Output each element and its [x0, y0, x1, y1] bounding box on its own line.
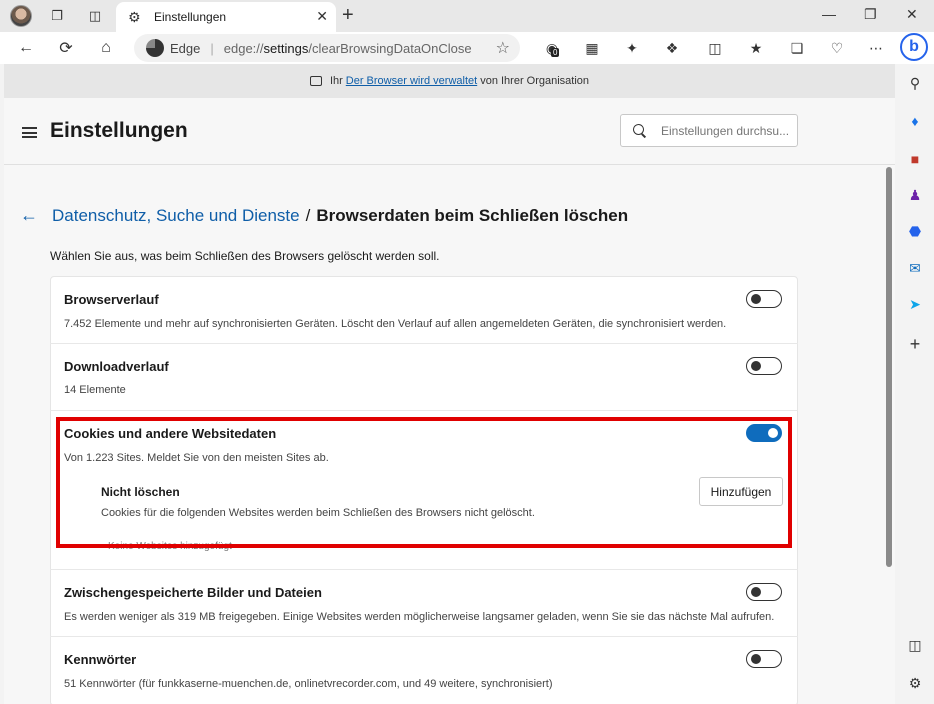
favorite-star-icon[interactable]: ☆	[496, 38, 510, 58]
favorites-icon[interactable]: ★	[744, 36, 768, 60]
close-window-button[interactable]: ✕	[906, 6, 918, 23]
refresh-button[interactable]: ⟳	[54, 36, 78, 60]
managed-by-organization-banner: Ihr Der Browser wird verwaltet von Ihrer…	[4, 64, 895, 98]
hamburger-menu-icon[interactable]	[22, 127, 37, 138]
tab-title: Einstellungen	[154, 10, 227, 24]
row-title: Zwischengespeicherte Bilder und Dateien	[64, 585, 322, 600]
more-menu-icon[interactable]: ⋯	[864, 36, 888, 60]
page-title: Einstellungen	[50, 119, 188, 142]
row-desc: 7.452 Elemente und mehr auf synchronisie…	[64, 318, 727, 330]
address-bar[interactable]: Edge | edge://settings/clearBrowsingData…	[134, 34, 520, 62]
toggle-browsing-history[interactable]	[746, 290, 782, 308]
read-aloud-icon[interactable]: ✦	[620, 36, 644, 60]
toggle-download-history[interactable]	[746, 357, 782, 375]
site-label: Edge	[170, 40, 201, 56]
row-title: Browserverlauf	[64, 292, 159, 307]
microsoft-365-icon[interactable]: ⬣	[906, 222, 924, 240]
setting-row-download-history: Downloadverlauf 14 Elemente	[50, 344, 798, 411]
extensions-puzzle-icon[interactable]: ❖	[660, 36, 684, 60]
row-desc: 51 Kennwörter (für funkkaserne-muenchen.…	[64, 678, 553, 690]
url-scheme: edge://	[223, 40, 264, 56]
bing-copilot-button[interactable]: b	[900, 33, 928, 61]
row-title: Downloadverlauf	[64, 359, 169, 374]
hide-sidebar-icon[interactable]: ◫	[906, 636, 924, 654]
games-icon[interactable]: ♟	[906, 186, 924, 204]
minimize-button[interactable]: —	[822, 6, 836, 22]
scrollbar[interactable]	[886, 167, 892, 567]
new-tab-button[interactable]: +	[342, 4, 354, 27]
tools-briefcase-icon[interactable]: ■	[906, 150, 924, 168]
outlook-icon[interactable]: ✉	[906, 259, 924, 277]
search-icon[interactable]: ⚲	[906, 74, 924, 92]
add-sidebar-app-icon[interactable]: +	[906, 334, 924, 354]
close-tab-icon[interactable]: ✕	[316, 8, 328, 25]
briefcase-icon	[309, 76, 322, 86]
drop-send-icon[interactable]: ➤	[906, 295, 924, 313]
split-screen-icon[interactable]: ◫	[703, 36, 727, 60]
setting-row-cached-images: Zwischengespeicherte Bilder und Dateien …	[50, 570, 798, 637]
back-button[interactable]: ←	[14, 36, 38, 60]
row-desc: Es werden weniger als 319 MB freigegeben…	[64, 611, 775, 623]
setting-row-browsing-history: Browserverlauf 7.452 Elemente und mehr a…	[50, 277, 798, 344]
breadcrumb-parent-link[interactable]: Datenschutz, Suche und Dienste	[52, 206, 300, 226]
vertical-tabs-icon[interactable]: ◫	[82, 4, 108, 28]
extension-badge: 0	[551, 48, 560, 57]
setting-row-passwords: Kennwörter 51 Kennwörter (für funkkasern…	[50, 637, 798, 704]
row-title: Kennwörter	[64, 652, 137, 667]
title-bar: ❐ ◫ ⚙ Einstellungen ✕ + — ❐ ✕	[0, 0, 934, 32]
toggle-passwords[interactable]	[746, 650, 782, 668]
workspaces-icon[interactable]: ❐	[44, 4, 70, 28]
profile-avatar[interactable]	[10, 5, 32, 27]
settings-search[interactable]	[620, 114, 798, 147]
url-path: /clearBrowsingDataOnClose	[308, 40, 472, 56]
breadcrumb-current: Browserdaten beim Schließen löschen	[316, 205, 629, 225]
tab-settings[interactable]: ⚙ Einstellungen ✕	[116, 2, 336, 32]
edge-icon	[146, 39, 164, 57]
breadcrumb: ← Datenschutz, Suche und Dienste / Brows…	[20, 205, 629, 226]
gear-icon: ⚙	[128, 8, 141, 25]
shopping-tag-icon[interactable]: ♦	[906, 112, 924, 130]
search-input[interactable]	[661, 123, 796, 138]
highlight-box	[56, 417, 792, 548]
collections-icon[interactable]: ❏	[785, 36, 809, 60]
row-desc: 14 Elemente	[64, 384, 126, 396]
toggle-cached-images[interactable]	[746, 583, 782, 601]
back-arrow-icon[interactable]: ←	[20, 205, 38, 226]
intro-text: Wählen Sie aus, was beim Schließen des B…	[50, 249, 440, 263]
home-button[interactable]: ⌂	[94, 36, 118, 60]
url-host: settings	[263, 40, 309, 56]
restore-button[interactable]: ❐	[864, 6, 877, 23]
managed-browser-link[interactable]: Der Browser wird verwaltet	[346, 75, 477, 87]
extension-dots-icon[interactable]: ▦	[580, 36, 604, 60]
search-icon	[633, 123, 647, 138]
sidebar-settings-gear-icon[interactable]: ⚙	[906, 674, 924, 692]
browser-essentials-icon[interactable]: ♡	[825, 36, 849, 60]
